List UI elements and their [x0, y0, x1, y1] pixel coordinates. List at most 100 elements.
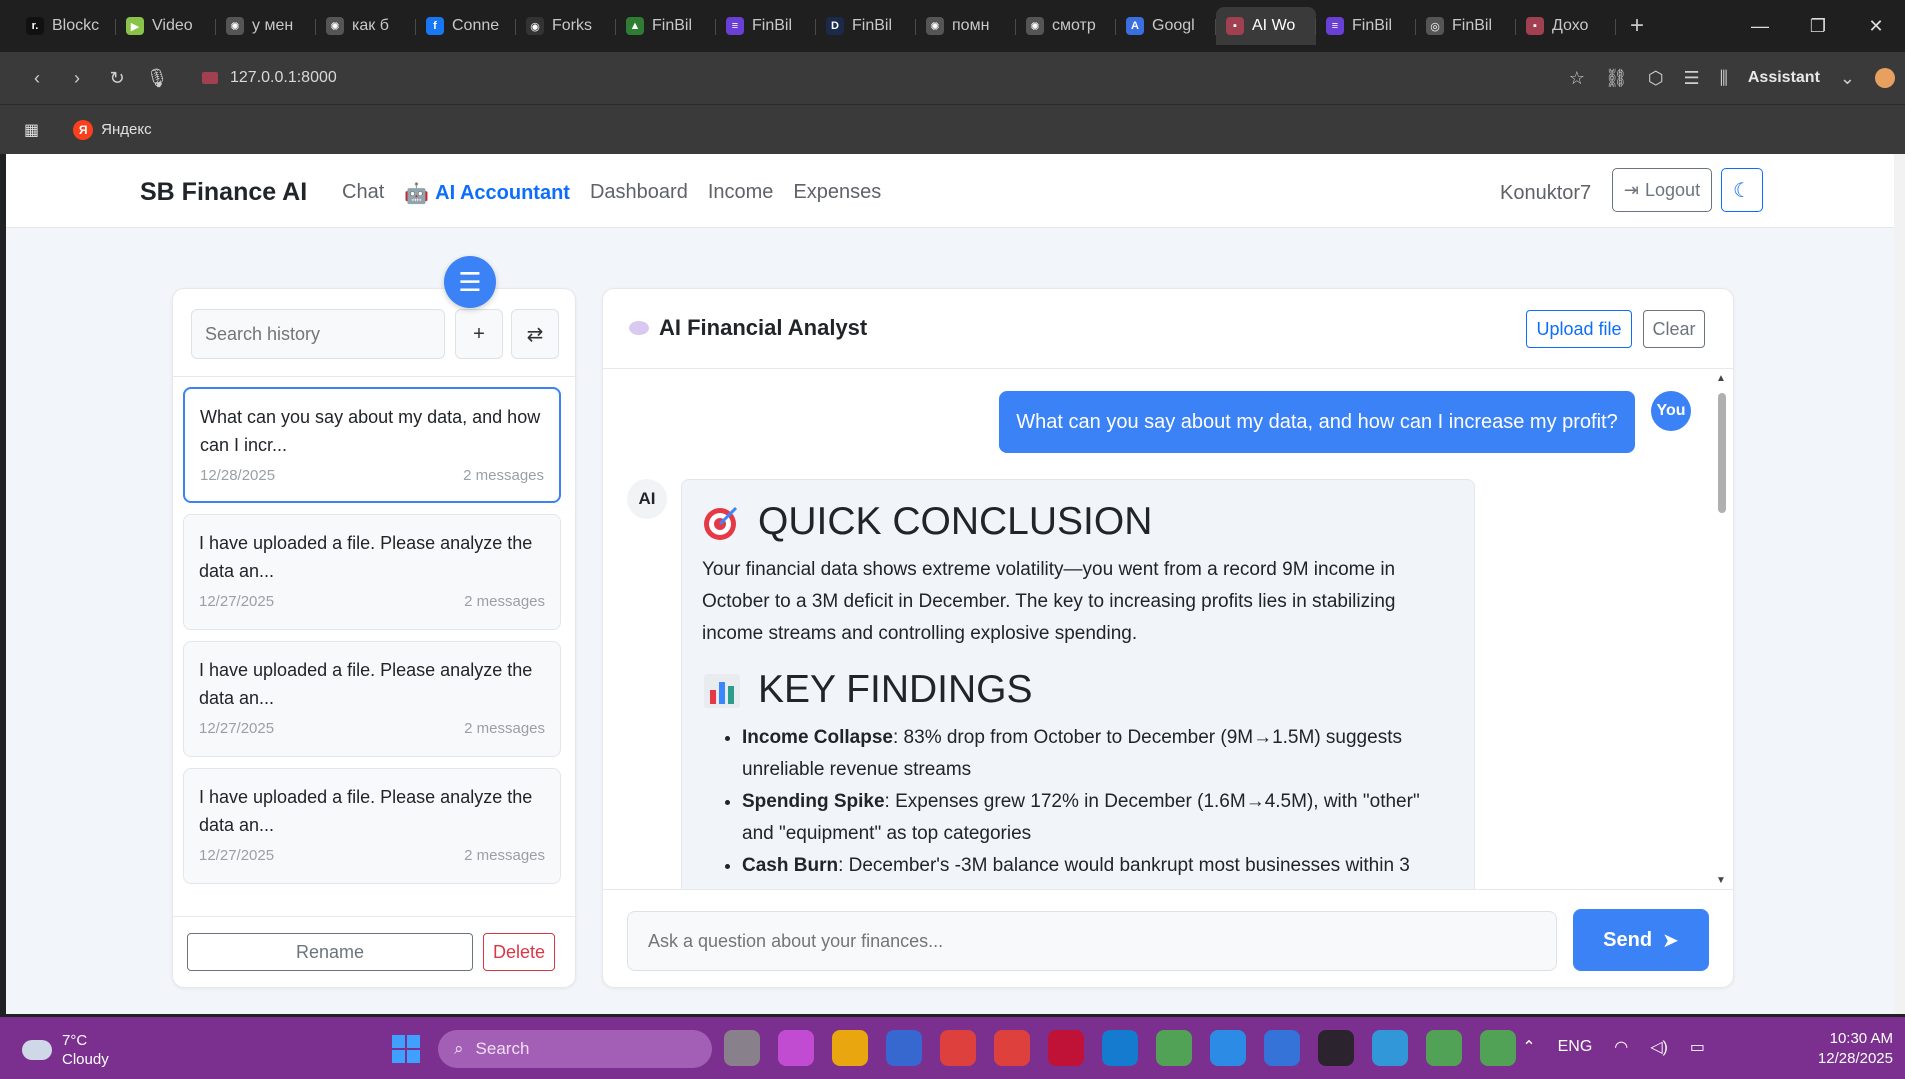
browser-tab[interactable]: ▶ Video — [116, 7, 216, 45]
chevron-down-icon[interactable]: ⌄ — [1840, 68, 1855, 89]
history-item[interactable]: I have uploaded a file. Please analyze t… — [183, 768, 561, 884]
taskbar-app-icon[interactable] — [1210, 1030, 1246, 1066]
browser-tab[interactable]: ✺ у мен — [216, 7, 316, 45]
battery-icon[interactable]: ▭ — [1690, 1037, 1705, 1057]
address-bar-actions: ☆ ⛓ ⬡ ☰ ⫼ Assistant ⌄ — [1569, 52, 1895, 104]
taskbar-app-icon[interactable] — [1048, 1030, 1084, 1066]
scrollbar-thumb[interactable] — [1718, 393, 1726, 513]
history-item-count: 2 messages — [464, 720, 545, 737]
tab-label: Blockc — [52, 17, 100, 34]
start-icon[interactable] — [392, 1035, 420, 1063]
browser-tab[interactable]: ≡ FinBil — [716, 7, 816, 45]
browser-tab[interactable]: ≡ FinBil — [1316, 7, 1416, 45]
page-viewport: SB Finance AI Chat 🤖 AI Accountant Dashbo… — [6, 154, 1894, 1014]
bookmark-star-icon[interactable]: ☆ — [1569, 68, 1585, 89]
taskbar-app-icon[interactable] — [1480, 1030, 1516, 1066]
tab-favicon-icon: r. — [26, 17, 44, 35]
reload-icon[interactable]: ↻ — [98, 59, 136, 97]
forward-icon[interactable]: › — [58, 59, 96, 97]
assistant-button[interactable]: Assistant — [1748, 69, 1820, 87]
upload-file-button[interactable]: Upload file — [1526, 310, 1632, 348]
nav-link-label: AI Accountant — [435, 182, 570, 204]
divider — [603, 889, 1733, 890]
profile-avatar[interactable] — [1875, 68, 1895, 88]
history-item[interactable]: I have uploaded a file. Please analyze t… — [183, 641, 561, 757]
taskbar-app-icon[interactable] — [1318, 1030, 1354, 1066]
delete-button[interactable]: Delete — [483, 933, 555, 971]
scroll-down-icon[interactable]: ▼ — [1716, 875, 1726, 886]
browser-tab[interactable]: ✺ помн — [916, 7, 1016, 45]
browser-tab[interactable]: ✺ смотр — [1016, 7, 1116, 45]
taskbar-app-icon[interactable] — [832, 1030, 868, 1066]
finding-text: : December's -3M balance would bankrupt … — [838, 855, 1410, 876]
wifi-icon[interactable]: ◠ — [1614, 1037, 1628, 1057]
clock[interactable]: 10:30 AM 12/28/2025 — [1818, 1029, 1893, 1069]
taskbar-search[interactable]: ⌕ Search — [438, 1030, 712, 1068]
reading-list-icon[interactable]: ☰ — [1683, 68, 1699, 89]
nav-link-dashboard[interactable]: Dashboard — [590, 181, 688, 206]
browser-tab[interactable]: A Googl — [1116, 7, 1216, 45]
theme-toggle-button[interactable]: ☾ — [1721, 168, 1763, 212]
tab-label: Video — [152, 17, 193, 34]
browser-tab[interactable]: ▪ AI Wo — [1216, 7, 1316, 45]
language-indicator[interactable]: ENG — [1558, 1038, 1593, 1056]
history-item-count: 2 messages — [463, 467, 544, 484]
brand-logo[interactable]: SB Finance AI — [140, 178, 307, 207]
history-search-input[interactable] — [191, 309, 445, 359]
url-field[interactable]: 127.0.0.1:8000 — [202, 69, 337, 87]
history-item[interactable]: I have uploaded a file. Please analyze t… — [183, 514, 561, 630]
browser-tab[interactable]: r. Blockc — [16, 7, 116, 45]
browser-tab[interactable]: ▲ FinBil — [616, 7, 716, 45]
volume-icon[interactable]: ◁) — [1650, 1037, 1668, 1057]
url-text: 127.0.0.1:8000 — [230, 69, 337, 86]
browser-tab[interactable]: ◎ FinBil — [1416, 7, 1516, 45]
browser-tab[interactable]: f Conne — [416, 7, 516, 45]
minimize-icon[interactable]: — — [1731, 0, 1789, 52]
tab-label: Googl — [1152, 17, 1195, 34]
send-button[interactable]: Send ➤ — [1573, 909, 1709, 971]
browser-tab[interactable]: ◉ Forks — [516, 7, 616, 45]
back-icon[interactable]: ‹ — [18, 59, 56, 97]
taskbar-app-icon[interactable] — [1372, 1030, 1408, 1066]
browser-tab[interactable]: D FinBil — [816, 7, 916, 45]
taskbar-app-icon[interactable] — [994, 1030, 1030, 1066]
question-input[interactable] — [627, 911, 1557, 971]
taskbar-app-icon[interactable] — [1156, 1030, 1192, 1066]
browser-tab[interactable]: ▪ Дохо — [1516, 7, 1616, 45]
swap-icon[interactable]: ⇄ — [511, 309, 559, 359]
weather-widget[interactable]: 7°C Cloudy — [22, 1031, 109, 1069]
chevron-up-icon[interactable]: ⌃ — [1522, 1037, 1535, 1057]
logout-button[interactable]: ⇥ Logout — [1612, 168, 1712, 212]
audio-icon[interactable]: ⫼ — [1720, 68, 1728, 89]
apps-grid-icon[interactable]: ▦ — [24, 120, 39, 140]
taskbar-app-icon[interactable] — [778, 1030, 814, 1066]
page-scrollbar[interactable] — [1894, 154, 1905, 1014]
history-item[interactable]: What can you say about my data, and how … — [183, 387, 561, 503]
nav-link-ai-accountant[interactable]: 🤖 AI Accountant — [404, 181, 570, 206]
taskbar-app-icon[interactable] — [724, 1030, 760, 1066]
taskbar-app-icon[interactable] — [886, 1030, 922, 1066]
nav-link-income[interactable]: Income — [708, 181, 774, 206]
close-icon[interactable]: ✕ — [1847, 0, 1905, 52]
tab-favicon-icon: ✺ — [926, 17, 944, 35]
message-scrollbar[interactable]: ▲ ▼ — [1715, 369, 1729, 889]
new-chat-button[interactable]: + — [455, 309, 503, 359]
new-tab-button[interactable]: + — [1630, 12, 1644, 40]
taskbar-app-icon[interactable] — [940, 1030, 976, 1066]
taskbar-app-icon[interactable] — [1264, 1030, 1300, 1066]
taskbar-app-icon[interactable] — [1102, 1030, 1138, 1066]
bookmark-yandex[interactable]: Яндекс — [101, 121, 151, 138]
message-list: What can you say about my data, and how … — [603, 369, 1733, 889]
nav-link-chat[interactable]: Chat — [342, 181, 384, 206]
history-menu-button[interactable]: ☰ — [444, 256, 496, 308]
taskbar-app-icon[interactable] — [1426, 1030, 1462, 1066]
browser-tab[interactable]: ✺ как б — [316, 7, 416, 45]
rename-button[interactable]: Rename — [187, 933, 473, 971]
scroll-up-icon[interactable]: ▲ — [1716, 373, 1726, 384]
extensions-icon[interactable]: ⬡ — [1648, 68, 1664, 89]
nav-link-expenses[interactable]: Expenses — [793, 181, 881, 206]
restore-icon[interactable]: ❐ — [1789, 0, 1847, 52]
link-icon[interactable]: ⛓ — [1605, 68, 1628, 89]
clear-button[interactable]: Clear — [1643, 310, 1705, 348]
microphone-icon[interactable]: 🎙 — [138, 59, 176, 97]
